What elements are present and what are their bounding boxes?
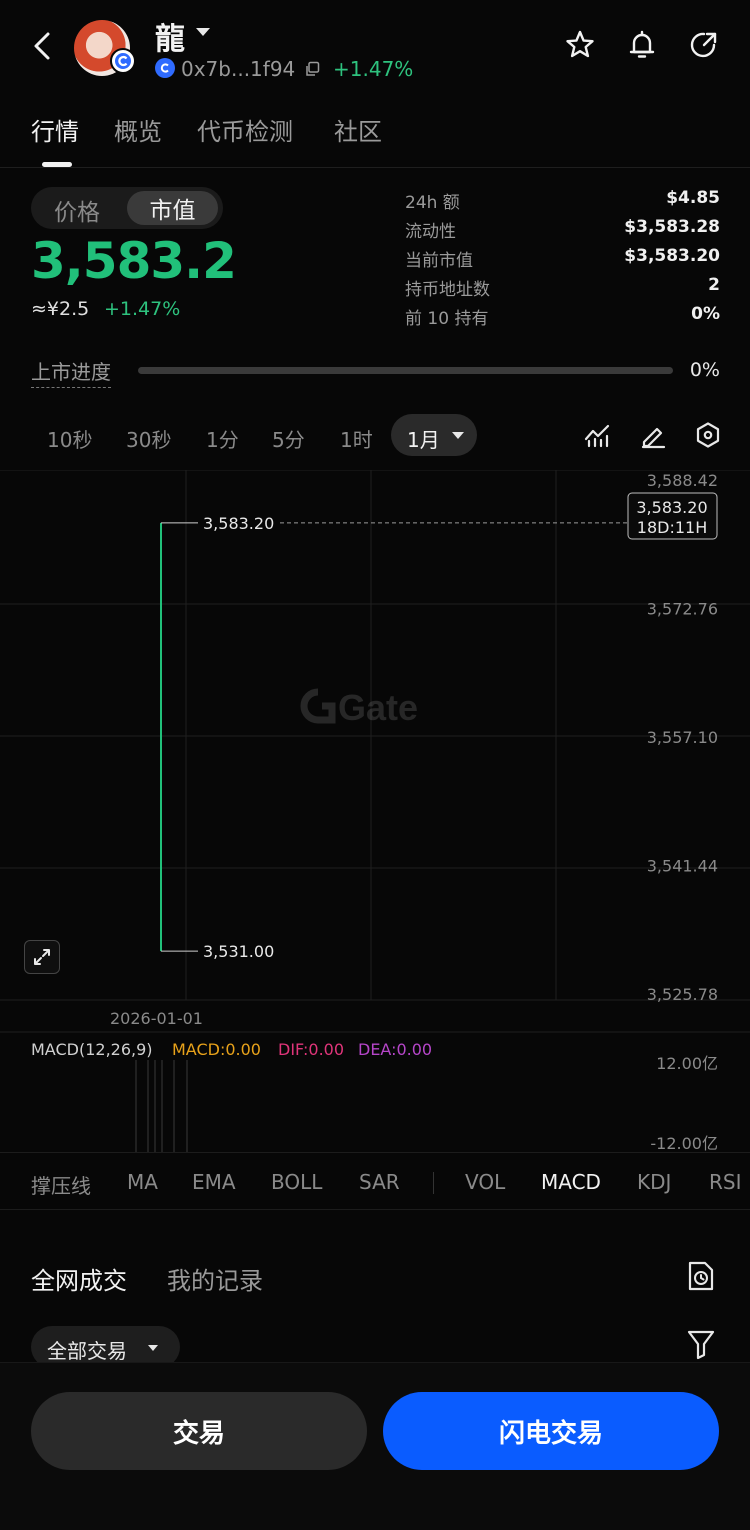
interval-1m[interactable]: 1分 xyxy=(206,424,239,453)
toggle-price[interactable]: 价格 xyxy=(54,193,100,227)
indicator-kdj[interactable]: KDJ xyxy=(637,1170,671,1194)
stat-row: 持币地址数 2 xyxy=(405,275,720,300)
chain-badge-icon xyxy=(110,48,136,74)
trade-filter-label[interactable]: 全部交易 xyxy=(47,1335,127,1364)
history-doc-icon[interactable] xyxy=(686,1260,716,1292)
macd-bottom-tick: -12.00亿 xyxy=(650,1134,718,1153)
tab-indicator xyxy=(42,162,72,167)
dif-value: DIF:0.00 xyxy=(278,1040,344,1059)
listing-progress-bar xyxy=(138,367,673,374)
star-icon[interactable] xyxy=(563,28,597,62)
tab-my-records[interactable]: 我的记录 xyxy=(167,1261,263,1296)
tab-market[interactable]: 行情 xyxy=(31,112,79,147)
bell-icon[interactable] xyxy=(625,28,659,62)
macd-title: MACD(12,26,9) xyxy=(31,1040,153,1059)
stat-row: 前 10 持有 0% xyxy=(405,304,720,329)
contract-address: 0x7b...1f94 xyxy=(181,57,296,81)
token-avatar xyxy=(74,20,136,76)
x-axis-date: 2026-01-01 xyxy=(110,1009,203,1028)
chain-icon xyxy=(155,58,175,78)
chart-grid xyxy=(0,470,750,1033)
stat-label: 前 10 持有 xyxy=(405,309,489,329)
stat-value: 2 xyxy=(708,275,720,295)
settings-icon[interactable] xyxy=(694,421,722,449)
indicator-ema[interactable]: EMA xyxy=(192,1170,236,1194)
stat-label: 24h 额 xyxy=(405,193,460,213)
indicator-ma[interactable]: MA xyxy=(127,1170,158,1194)
macd-top-tick: 12.00亿 xyxy=(656,1054,718,1073)
indicator-support-resistance[interactable]: 撑压线 xyxy=(31,1170,91,1199)
toggle-market-cap[interactable]: 市值 xyxy=(127,191,218,225)
y-tick-label: 3,588.42 xyxy=(647,471,718,490)
indicator-sar[interactable]: SAR xyxy=(359,1170,400,1194)
stat-value: $4.85 xyxy=(666,188,720,208)
chevron-down-icon[interactable] xyxy=(148,1345,158,1351)
share-icon[interactable] xyxy=(687,28,721,62)
stat-label: 当前市值 xyxy=(405,251,473,271)
pencil-icon[interactable] xyxy=(639,421,667,449)
interval-10s[interactable]: 10秒 xyxy=(47,424,92,453)
y-tick-label: 3,525.78 xyxy=(647,985,718,1004)
current-price-label: 3,583.20 xyxy=(636,498,707,517)
stat-row: 当前市值 $3,583.20 xyxy=(405,246,720,271)
price-change: +1.47% xyxy=(104,298,181,320)
stat-label: 流动性 xyxy=(405,222,456,242)
y-axis: 3,588.42 3,572.76 3,557.10 3,541.44 3,525.78 xyxy=(647,471,718,1004)
expand-icon xyxy=(34,949,50,965)
y-tick-label: 3,541.44 xyxy=(647,857,718,876)
indicator-rsi[interactable]: RSI xyxy=(709,1170,742,1194)
indicator-chart-icon[interactable] xyxy=(583,421,611,449)
dea-value: DEA:0.00 xyxy=(358,1040,432,1059)
indicator-macd[interactable]: MACD xyxy=(541,1170,601,1194)
interval-5m[interactable]: 5分 xyxy=(272,424,305,453)
header-change-pct: +1.47% xyxy=(333,57,414,81)
main-tabs: 行情 概览 代币检测 社区 xyxy=(0,112,750,168)
chevron-down-icon[interactable] xyxy=(452,432,464,439)
indicator-boll[interactable]: BOLL xyxy=(271,1170,322,1194)
listing-progress-label[interactable]: 上市进度 xyxy=(31,356,111,388)
interval-selected[interactable]: 1月 xyxy=(407,424,440,453)
candles: 3,583.20 3,531.00 xyxy=(160,514,628,961)
stat-row: 24h 额 $4.85 xyxy=(405,188,720,213)
tab-all-trades[interactable]: 全网成交 xyxy=(31,1261,127,1296)
stat-value: $3,583.28 xyxy=(624,217,720,237)
watermark-logo: Gate xyxy=(300,687,418,728)
indicator-vol[interactable]: VOL xyxy=(465,1170,505,1194)
market-cap-value: 3,583.2 xyxy=(31,232,237,290)
stat-row: 流动性 $3,583.28 xyxy=(405,217,720,242)
tab-community[interactable]: 社区 xyxy=(334,112,382,147)
tab-token-check[interactable]: 代币检测 xyxy=(197,112,293,147)
price-chart[interactable]: Gate 3,588.423,572.763,557.103,541.443,5… xyxy=(0,470,750,1160)
candle-countdown: 18D:11H xyxy=(637,518,707,537)
watermark-text: Gate xyxy=(338,687,418,728)
trade-button[interactable]: 交易 xyxy=(31,1392,367,1470)
y-tick-label: 3,557.10 xyxy=(647,728,718,747)
flash-trade-button[interactable]: 闪电交易 xyxy=(383,1392,719,1470)
filter-icon[interactable] xyxy=(686,1328,716,1360)
stat-value: $3,583.20 xyxy=(624,246,720,266)
indicator-bar: 撑压线 MA EMA BOLL SAR VOL MACD KDJ RSI xyxy=(0,1152,750,1210)
chevron-down-icon[interactable] xyxy=(196,28,210,36)
macd-bars xyxy=(135,1060,188,1152)
high-price-label: 3,583.20 xyxy=(203,514,274,533)
low-price-label: 3,531.00 xyxy=(203,942,274,961)
interval-30s[interactable]: 30秒 xyxy=(126,424,171,453)
y-tick-label: 3,572.76 xyxy=(647,600,718,619)
current-price-tag: 3,583.20 18D:11H xyxy=(627,492,718,540)
indicator-rsi-clip: RSI xyxy=(709,1153,750,1211)
copy-icon[interactable] xyxy=(304,61,320,77)
macd-value: MACD:0.00 xyxy=(172,1040,261,1059)
stat-label: 持币地址数 xyxy=(405,280,490,300)
back-icon[interactable] xyxy=(28,28,56,64)
fullscreen-button[interactable] xyxy=(24,940,60,974)
stat-value: 0% xyxy=(691,304,720,324)
cny-value: ≈¥2.5 xyxy=(31,298,90,320)
macd-legend: MACD(12,26,9) MACD:0.00 DIF:0.00 DEA:0.0… xyxy=(31,1040,432,1059)
token-name[interactable]: 龍 xyxy=(155,14,185,58)
tab-overview[interactable]: 概览 xyxy=(114,112,162,147)
listing-progress-value: 0% xyxy=(689,359,720,381)
interval-1h[interactable]: 1时 xyxy=(340,424,373,453)
indicator-divider xyxy=(433,1172,434,1194)
